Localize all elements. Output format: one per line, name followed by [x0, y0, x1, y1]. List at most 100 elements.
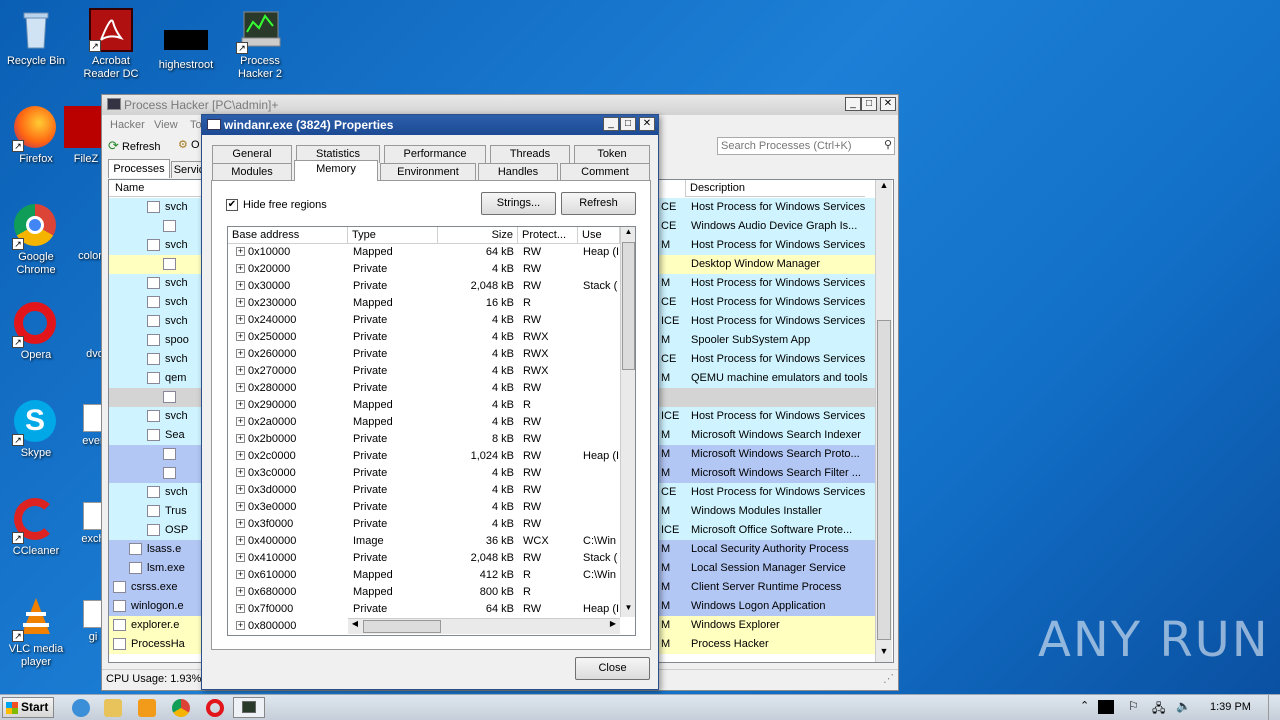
memory-row[interactable]: +0x30000 Private 2,048 kB RW Stack ( [228, 278, 620, 295]
scroll-right-arrow-icon[interactable]: ▶ [606, 619, 620, 633]
memory-row[interactable]: +0x410000 Private 2,048 kB RW Stack ( [228, 550, 620, 567]
memory-row[interactable]: +0x680000 Mapped 800 kB R [228, 584, 620, 601]
search-processes-input[interactable]: Search Processes (Ctrl+K) ⚲ [717, 137, 895, 155]
hide-free-regions-checkbox[interactable]: ✔ [226, 199, 238, 211]
tab-handles[interactable]: Handles [478, 163, 558, 181]
expand-plus-icon[interactable]: + [236, 315, 245, 324]
memory-row[interactable]: +0x20000 Private 4 kB RW [228, 261, 620, 278]
menu-item-tools[interactable]: To [190, 119, 202, 131]
tab-comment[interactable]: Comment [560, 163, 650, 181]
scroll-left-arrow-icon[interactable]: ◀ [348, 619, 362, 633]
memory-row[interactable]: +0x3c0000 Private 4 kB RW [228, 465, 620, 482]
list-horizontal-scrollbar[interactable]: ◀ ▶ [348, 618, 620, 634]
expand-plus-icon[interactable]: + [236, 587, 245, 596]
tray-app-icon[interactable] [1098, 700, 1114, 714]
expand-plus-icon[interactable]: + [236, 502, 245, 511]
expand-plus-icon[interactable]: + [236, 298, 245, 307]
dialog-close-button[interactable]: ✕ [639, 117, 655, 131]
media-player-taskbar-icon[interactable] [138, 699, 156, 717]
memory-row[interactable]: +0x290000 Mapped 4 kB R [228, 397, 620, 414]
expand-plus-icon[interactable]: + [236, 383, 245, 392]
expand-plus-icon[interactable]: + [236, 434, 245, 443]
desktop-icon-vlc[interactable]: ↗ VLC media player [0, 596, 72, 669]
desktop-icon-ccleaner[interactable]: ↗ CCleaner [0, 498, 72, 558]
memory-row[interactable]: +0x250000 Private 4 kB RWX [228, 329, 620, 346]
desktop-icon-highestroot[interactable]: highestroot [150, 8, 222, 72]
tab-memory[interactable]: Memory [294, 160, 378, 181]
expand-plus-icon[interactable]: + [236, 332, 245, 341]
expand-plus-icon[interactable]: + [236, 247, 245, 256]
scroll-down-arrow-icon[interactable]: ▼ [621, 603, 635, 617]
expand-plus-icon[interactable]: + [236, 621, 245, 630]
expand-plus-icon[interactable]: + [236, 570, 245, 579]
expand-plus-icon[interactable]: + [236, 468, 245, 477]
close-button[interactable]: ✕ [880, 97, 896, 111]
memory-row[interactable]: +0x400000 Image 36 kB WCX C:\Win [228, 533, 620, 550]
chrome-taskbar-icon[interactable] [172, 699, 190, 717]
resize-grip-icon[interactable]: ⋰ [883, 672, 894, 685]
expand-plus-icon[interactable]: + [236, 349, 245, 358]
process-hacker-taskbar-button[interactable] [233, 697, 265, 718]
column-header-use[interactable]: Use [578, 227, 620, 244]
scroll-thumb[interactable] [622, 242, 635, 370]
memory-row[interactable]: +0x2a0000 Mapped 4 kB RW [228, 414, 620, 431]
memory-row[interactable]: +0x10000 Mapped 64 kB RW Heap (I [228, 244, 620, 261]
memory-row[interactable]: +0x3e0000 Private 4 kB RW [228, 499, 620, 516]
desktop-icon-acrobat[interactable]: ↗ Acrobat Reader DC [75, 8, 147, 81]
options-toolbar-button[interactable]: ⚙ O [178, 138, 200, 151]
dialog-maximize-button[interactable]: □ [620, 117, 636, 131]
desktop-icon-skype[interactable]: S ↗ Skype [0, 400, 72, 460]
scroll-up-arrow-icon[interactable]: ▲ [621, 227, 635, 241]
column-header-base-address[interactable]: Base address [228, 227, 348, 244]
memory-row[interactable]: +0x3d0000 Private 4 kB RW [228, 482, 620, 499]
tab-performance[interactable]: Performance [384, 145, 486, 163]
volume-icon[interactable]: 🔈 [1176, 699, 1191, 713]
expand-plus-icon[interactable]: + [236, 281, 245, 290]
flag-icon[interactable]: ⚐ [1128, 699, 1139, 713]
memory-row[interactable]: +0x2b0000 Private 8 kB RW [228, 431, 620, 448]
desktop-icon-firefox[interactable]: ↗ Firefox [0, 106, 72, 166]
menu-item-hacker[interactable]: Hacker [110, 119, 145, 131]
scroll-thumb[interactable] [877, 320, 891, 640]
expand-plus-icon[interactable]: + [236, 417, 245, 426]
tab-modules[interactable]: Modules [212, 163, 292, 181]
tab-token[interactable]: Token [574, 145, 650, 163]
tab-environment[interactable]: Environment [380, 163, 476, 181]
ie-taskbar-icon[interactable] [72, 699, 90, 717]
expand-plus-icon[interactable]: + [236, 519, 245, 528]
desktop-icon-opera[interactable]: ↗ Opera [0, 302, 72, 362]
list-vertical-scrollbar[interactable]: ▲ ▼ [620, 227, 635, 617]
memory-row[interactable]: +0x280000 Private 4 kB RW [228, 380, 620, 397]
column-header-type[interactable]: Type [348, 227, 438, 244]
memory-regions-list[interactable]: Base address Type Size Protect... Use +0… [227, 226, 636, 636]
network-icon[interactable]: 🖧 [1152, 699, 1165, 720]
desktop-icon-process-hacker[interactable]: ↗ Process Hacker 2 [224, 8, 296, 81]
show-desktop-button[interactable] [1268, 695, 1280, 720]
expand-plus-icon[interactable]: + [236, 400, 245, 409]
expand-plus-icon[interactable]: + [236, 366, 245, 375]
opera-taskbar-icon[interactable] [206, 699, 224, 717]
expand-plus-icon[interactable]: + [236, 264, 245, 273]
memory-row[interactable]: +0x610000 Mapped 412 kB R C:\Win [228, 567, 620, 584]
tab-threads[interactable]: Threads [490, 145, 570, 163]
explorer-taskbar-icon[interactable] [104, 699, 122, 717]
memory-row[interactable]: +0x270000 Private 4 kB RWX [228, 363, 620, 380]
tab-general[interactable]: General [212, 145, 292, 163]
close-dialog-button[interactable]: Close [575, 657, 650, 680]
memory-row[interactable]: +0x240000 Private 4 kB RW [228, 312, 620, 329]
memory-row[interactable]: +0x260000 Private 4 kB RWX [228, 346, 620, 363]
dialog-minimize-button[interactable]: _ [603, 117, 619, 131]
clock[interactable]: 1:39 PM [1210, 701, 1251, 713]
menu-item-view[interactable]: View [154, 119, 178, 131]
memory-row[interactable]: +0x3f0000 Private 4 kB RW [228, 516, 620, 533]
column-header-description[interactable]: Description [685, 180, 865, 197]
memory-row[interactable]: +0x7f0000 Private 64 kB RW Heap (I [228, 601, 620, 618]
tree-vertical-scrollbar[interactable]: ▲ ▼ [875, 180, 892, 662]
tab-processes[interactable]: Processes [108, 159, 170, 178]
desktop-icon-recycle-bin[interactable]: Recycle Bin [0, 8, 72, 68]
refresh-button[interactable]: Refresh [561, 192, 636, 215]
scroll-thumb[interactable] [363, 620, 441, 633]
scroll-up-arrow-icon[interactable]: ▲ [876, 180, 892, 196]
column-header-size[interactable]: Size [438, 227, 518, 244]
tray-expand-icon[interactable]: ⌃ [1080, 699, 1089, 712]
